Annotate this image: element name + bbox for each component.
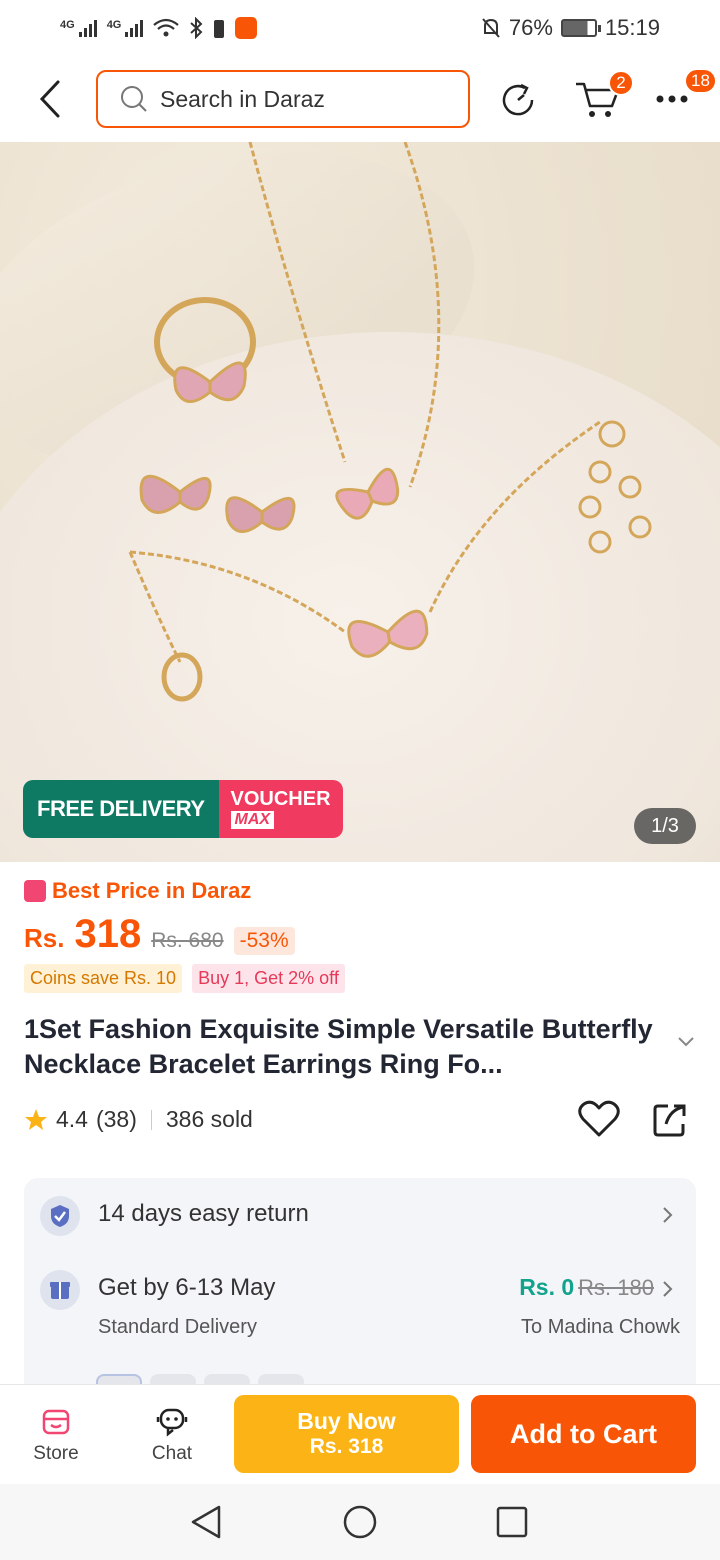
- original-price: Rs. 680: [151, 929, 224, 952]
- more-dots-icon: [656, 95, 688, 103]
- status-right: 76% 15:19: [481, 15, 660, 41]
- more-button[interactable]: 18: [654, 68, 717, 116]
- buy-promo-tag[interactable]: Buy 1, Get 2% off: [192, 964, 345, 993]
- expand-title-chevron-icon[interactable]: [676, 1036, 696, 1048]
- history-icon: [502, 83, 534, 116]
- rating-value: 4.4: [56, 1106, 88, 1132]
- chat-label: Chat: [151, 1443, 193, 1464]
- buy-now-price: Rs. 318: [309, 1435, 384, 1458]
- coins-promo-tag[interactable]: Coins save Rs. 10: [24, 964, 183, 993]
- best-price-text: Best Price in Daraz: [52, 878, 252, 903]
- bottom-action-bar: Store Chat Buy Now Rs. 318 Add to Cart: [0, 1384, 720, 1484]
- delivery-box-icon: [40, 1270, 80, 1310]
- bluetooth-icon: [190, 17, 203, 39]
- star-icon: [25, 1108, 47, 1130]
- delivery-chevron-icon[interactable]: [662, 1280, 674, 1298]
- store-button[interactable]: Store: [16, 1407, 96, 1465]
- status-left: 4G 4G: [60, 17, 258, 39]
- wifi-icon: [153, 18, 180, 37]
- network-2-label: 4G: [106, 19, 122, 31]
- mute-bell-icon: [482, 18, 500, 38]
- search-placeholder: Search in Daraz: [160, 85, 325, 112]
- signal-1-icon: 4G: [60, 19, 97, 37]
- search-icon: [121, 86, 147, 112]
- battery-small-icon: [214, 20, 225, 38]
- top-header: Search in Daraz 2 18: [0, 56, 720, 142]
- signal-2-icon: 4G: [107, 19, 144, 37]
- nav-recents-icon: [496, 1506, 528, 1538]
- rating-count: (38): [95, 1106, 137, 1132]
- nav-home-button[interactable]: [340, 1502, 380, 1542]
- store-icon: [42, 1409, 70, 1435]
- search-input[interactable]: Search in Daraz: [96, 70, 470, 128]
- delivery-estimate[interactable]: Get by 6-13 May: [98, 1274, 275, 1302]
- nav-recents-button[interactable]: [492, 1502, 532, 1542]
- battery-icon: [560, 19, 601, 37]
- cart-count-badge: 2: [608, 70, 634, 96]
- voucher-max-label: VOUCHER MAX: [218, 780, 343, 838]
- sold-count: 386 sold: [165, 1106, 253, 1132]
- heart-icon[interactable]: [578, 1100, 620, 1138]
- discount-badge: -53%: [233, 927, 295, 955]
- app-notification-icon: [235, 17, 258, 39]
- buy-now-label: Buy Now: [297, 1408, 396, 1434]
- rating-divider: [150, 1109, 152, 1130]
- buy-now-button[interactable]: Buy Now Rs. 318: [234, 1395, 459, 1473]
- product-title[interactable]: 1Set Fashion Exquisite Simple Versatile …: [24, 1012, 664, 1082]
- promo-tags: Coins save Rs. 10 Buy 1, Get 2% off: [24, 964, 345, 993]
- store-label: Store: [33, 1443, 79, 1464]
- easy-return-text[interactable]: 14 days easy return: [98, 1200, 309, 1228]
- system-nav-bar: [0, 1484, 720, 1560]
- messages-count-badge: 18: [684, 68, 717, 94]
- delivery-type: Standard Delivery: [98, 1316, 257, 1338]
- chat-button[interactable]: Chat: [132, 1407, 212, 1465]
- network-1-label: 4G: [60, 19, 75, 31]
- nav-back-button[interactable]: [186, 1502, 226, 1542]
- voucher-max-text: MAX: [230, 811, 275, 829]
- best-price-icon: [24, 880, 46, 902]
- back-arrow-icon: [39, 80, 60, 118]
- delivery-location[interactable]: To Madina Chowk: [521, 1316, 680, 1339]
- free-delivery-voucher-badge: FREE DELIVERY VOUCHER MAX: [23, 780, 343, 838]
- share-icon[interactable]: [652, 1102, 688, 1138]
- delivery-fee-original: Rs. 180: [578, 1275, 654, 1300]
- delivery-info-card: 14 days easy return Get by 6-13 May Stan…: [24, 1178, 696, 1420]
- rating-row[interactable]: 4.4 (38) 386 sold: [24, 1106, 253, 1133]
- return-shield-icon: [40, 1196, 80, 1236]
- cart-button[interactable]: 2: [572, 70, 634, 122]
- current-price: 318: [74, 912, 142, 956]
- nav-home-icon: [343, 1505, 377, 1539]
- product-image-carousel[interactable]: FREE DELIVERY VOUCHER MAX 1/3: [0, 142, 720, 862]
- battery-percent: 76%: [508, 15, 553, 40]
- image-counter: 1/3: [634, 808, 696, 844]
- voucher-text: VOUCHER: [230, 788, 331, 810]
- return-chevron-icon[interactable]: [662, 1206, 674, 1224]
- chat-icon: [156, 1408, 188, 1437]
- jewelry-illustration: [128, 142, 652, 702]
- free-delivery-label: FREE DELIVERY: [23, 780, 219, 838]
- price-currency: Rs.: [24, 923, 65, 953]
- nav-back-icon: [191, 1505, 221, 1539]
- history-button[interactable]: [498, 80, 538, 120]
- price-row: Rs. 318 Rs. 680 -53%: [24, 912, 295, 957]
- add-to-cart-button[interactable]: Add to Cart: [471, 1395, 696, 1473]
- clock: 15:19: [604, 15, 660, 40]
- delivery-fee[interactable]: Rs. 0 Rs. 180: [519, 1274, 654, 1301]
- delivery-fee-value: Rs. 0: [519, 1274, 575, 1300]
- best-price-label: Best Price in Daraz: [24, 878, 251, 904]
- status-bar: 4G 4G 76% 15:19: [0, 0, 720, 56]
- back-button[interactable]: [30, 74, 70, 124]
